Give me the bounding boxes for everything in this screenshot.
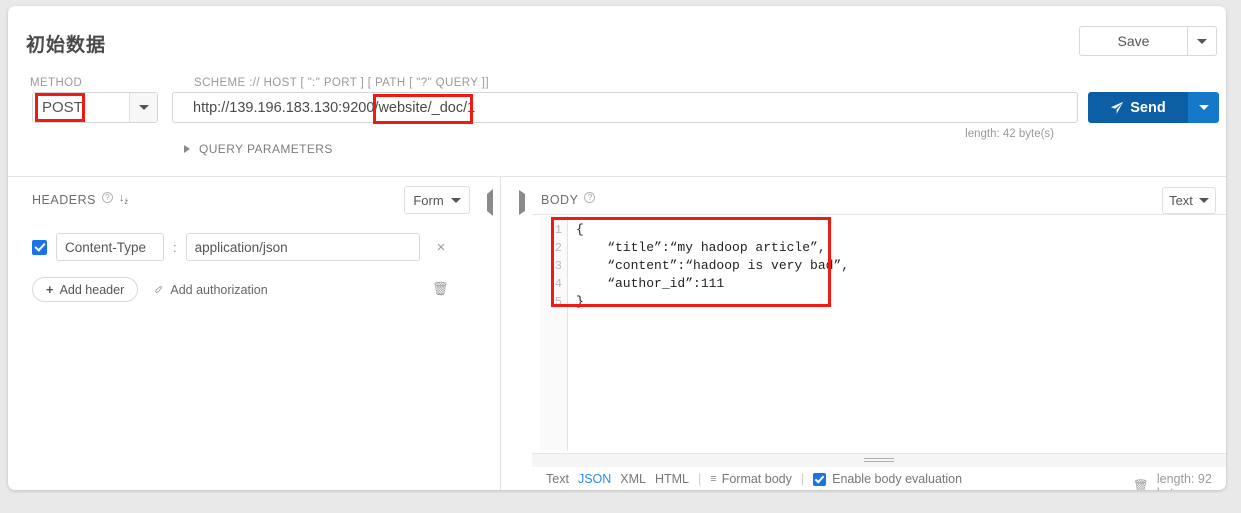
headers-view-mode-select[interactable]: Form [404, 186, 470, 214]
body-divider [532, 214, 1226, 215]
format-tab-html[interactable]: HTML [655, 472, 689, 486]
body-resize-handle[interactable] [532, 453, 1226, 467]
add-authorization-button[interactable]: ⚰ Add authorization [150, 280, 268, 299]
grip-lines-icon [864, 457, 894, 464]
send-button-group: Send [1088, 92, 1219, 123]
close-icon[interactable]: × [437, 239, 446, 256]
format-body-button[interactable]: ≡ Format body [710, 472, 792, 486]
chevron-right-icon [184, 145, 190, 153]
chevron-down-icon [450, 197, 461, 203]
body-editor[interactable]: 1 2 3 4 5 { “title”:“my hadoop article”,… [540, 216, 1226, 451]
format-lines-icon: ≡ [710, 473, 717, 485]
url-input[interactable]: http://139.196.183.130:9200/website/_doc… [172, 92, 1078, 123]
plus-icon: + [46, 282, 54, 297]
triangle-right-icon [519, 190, 525, 215]
send-button-label: Send [1130, 99, 1166, 116]
line-number: 5 [554, 295, 562, 309]
line-number: 4 [554, 277, 562, 291]
trash-icon[interactable]: 🗑 [1133, 479, 1149, 491]
body-length-text: length: 92 bytes [1156, 472, 1212, 490]
format-tab-json[interactable]: JSON [578, 472, 611, 486]
code-line: “title”:“my hadoop article”, [576, 240, 826, 255]
chevron-down-icon [1198, 198, 1209, 203]
save-button-group: Save [1079, 26, 1217, 56]
triangle-left-icon [487, 189, 493, 216]
question-circle-icon[interactable]: ? [584, 191, 596, 203]
code-line: “author_id”:111 [576, 276, 725, 291]
collapse-body-button[interactable] [519, 190, 525, 215]
sort-alpha-down-icon[interactable]: ↓ẑ [119, 193, 128, 207]
query-parameters-toggle[interactable]: QUERY PARAMETERS [184, 142, 333, 156]
header-name-input[interactable]: Content-Type [56, 233, 164, 261]
add-authorization-label: Add authorization [170, 282, 268, 297]
add-header-label: Add header [59, 282, 125, 297]
method-dropdown-button[interactable] [129, 93, 157, 122]
body-code[interactable]: { “title”:“my hadoop article”, “content”… [568, 216, 1226, 451]
collapse-headers-button[interactable] [487, 189, 493, 216]
header-value-input[interactable]: application/json [185, 233, 420, 261]
body-footer: Text JSON XML HTML | ≡ Format body | Ena… [546, 472, 962, 486]
paper-plane-icon [1111, 101, 1124, 114]
send-button[interactable]: Send [1088, 92, 1188, 123]
method-select[interactable]: POST [32, 92, 158, 123]
page-title: 初始数据 [26, 35, 107, 56]
header-enabled-checkbox[interactable] [32, 239, 47, 255]
add-header-button[interactable]: + Add header [32, 277, 139, 302]
headers-actions: + Add header ⚰ Add authorization [32, 277, 268, 302]
line-number-gutter: 1 2 3 4 5 [540, 216, 568, 451]
format-tab-text[interactable]: Text [546, 472, 569, 486]
body-label: BODY [541, 193, 579, 207]
line-number: 2 [554, 241, 562, 255]
send-dropdown-button[interactable] [1188, 92, 1219, 123]
headers-section-header: HEADERS ? ↓ẑ [32, 191, 128, 207]
code-line: { [576, 222, 584, 237]
chevron-down-icon [138, 105, 149, 110]
enable-evaluation-checkbox[interactable] [813, 472, 827, 486]
headers-view-mode-value: Form [413, 192, 444, 208]
panel-divider [500, 176, 501, 490]
method-value: POST [42, 99, 83, 116]
header-separator: : [173, 239, 177, 255]
chevron-down-icon [1197, 38, 1207, 44]
line-number: 3 [554, 259, 562, 273]
query-parameters-label: QUERY PARAMETERS [199, 142, 333, 156]
save-button[interactable]: Save [1079, 26, 1187, 56]
footer-separator: | [698, 472, 702, 486]
url-length-text: length: 42 byte(s) [965, 128, 1054, 140]
url-format-label: SCHEME :// HOST [ ":" PORT ] [ PATH [ "?… [194, 77, 489, 89]
enable-body-evaluation-toggle[interactable]: Enable body evaluation [813, 472, 962, 486]
request-card: 初始数据 Save METHOD SCHEME :// HOST [ ":" P… [8, 6, 1226, 490]
question-circle-icon[interactable]: ? [101, 191, 113, 203]
code-line: “content”:“hadoop is very bad”, [576, 258, 850, 273]
key-icon: ⚰ [150, 280, 168, 299]
footer-separator: | [800, 472, 805, 486]
app-page: 初始数据 Save METHOD SCHEME :// HOST [ ":" P… [0, 0, 1241, 513]
save-dropdown-button[interactable] [1187, 26, 1217, 56]
body-content-type-value: Text [1169, 193, 1193, 208]
enable-evaluation-label: Enable body evaluation [832, 472, 963, 486]
line-number: 1 [554, 223, 562, 237]
body-section-header: BODY ? [541, 191, 596, 207]
top-divider [8, 176, 1226, 177]
trash-icon[interactable]: 🗑 [432, 281, 449, 297]
format-body-label: Format body [721, 472, 792, 486]
body-length-group: 🗑 length: 92 bytes [1133, 472, 1226, 490]
header-row: Content-Type : application/json × [32, 233, 445, 261]
chevron-down-icon [1198, 105, 1209, 110]
code-line: } [576, 294, 584, 309]
body-content-type-select[interactable]: Text [1162, 187, 1216, 214]
method-label: METHOD [30, 77, 83, 89]
format-tab-xml[interactable]: XML [620, 472, 646, 486]
headers-label: HEADERS [32, 193, 96, 207]
